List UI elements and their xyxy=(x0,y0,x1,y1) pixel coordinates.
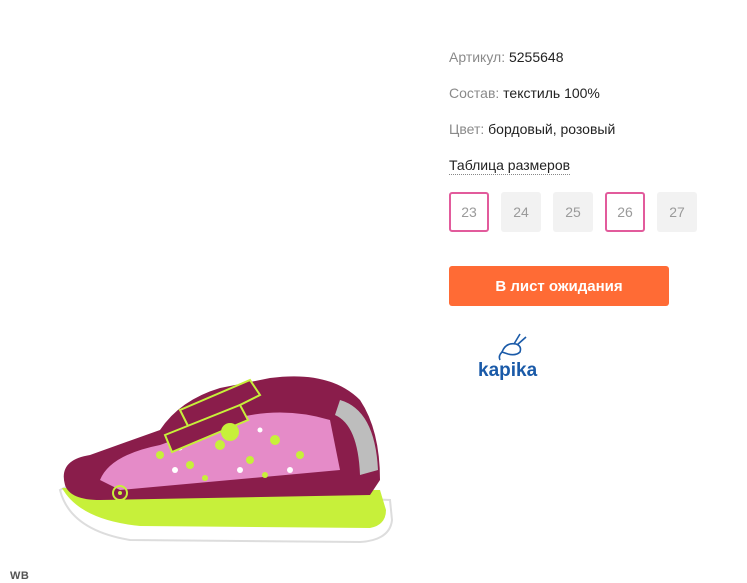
size-option-23[interactable]: 23 xyxy=(449,192,489,232)
article-label: Артикул: xyxy=(449,49,506,65)
rabbit-icon xyxy=(498,333,527,361)
composition-label: Состав: xyxy=(449,85,500,101)
article-row: Артикул: 5255648 xyxy=(449,48,739,84)
composition-row: Состав: текстиль 100% xyxy=(449,84,739,120)
color-label: Цвет: xyxy=(449,121,485,137)
brand-logo[interactable]: kapika xyxy=(476,332,542,382)
size-option-25[interactable]: 25 xyxy=(553,192,593,232)
product-info: Артикул: 5255648 Состав: текстиль 100% Ц… xyxy=(449,48,739,192)
color-value: бордовый, розовый xyxy=(488,121,616,137)
product-page: WB Артикул: 5255648 Состав: текстиль 100… xyxy=(0,0,747,583)
size-selector: 23 24 25 26 27 xyxy=(449,192,709,232)
size-option-24[interactable]: 24 xyxy=(501,192,541,232)
size-option-26[interactable]: 26 xyxy=(605,192,645,232)
waitlist-button[interactable]: В лист ожидания xyxy=(449,266,669,306)
article-value: 5255648 xyxy=(508,49,564,65)
size-table-link[interactable]: Таблица размеров xyxy=(449,156,571,175)
size-table-row: Таблица размеров xyxy=(449,156,739,192)
watermark: WB xyxy=(10,570,30,582)
size-option-27[interactable]: 27 xyxy=(657,192,697,232)
brand-logo-text: kapika xyxy=(478,360,538,381)
product-image xyxy=(58,376,394,544)
composition-value: текстиль 100% xyxy=(503,85,600,101)
color-row: Цвет: бордовый, розовый xyxy=(449,120,739,156)
